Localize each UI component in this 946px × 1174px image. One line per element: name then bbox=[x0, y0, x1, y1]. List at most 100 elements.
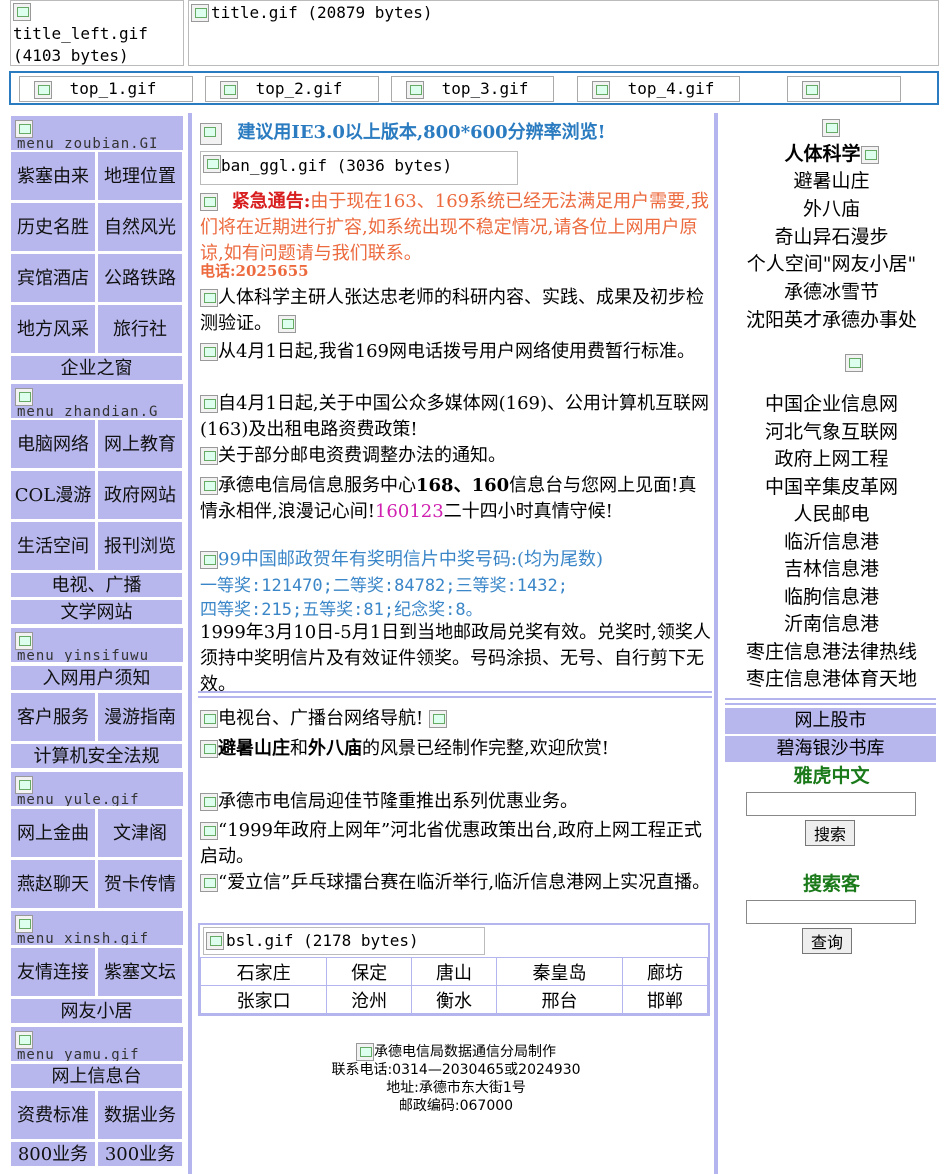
news-item[interactable]: “爱立信”乒乓球擂台赛在临沂举行,临沂信息港网上实况直播。 bbox=[200, 870, 712, 896]
menu-item[interactable]: 友情连接 bbox=[11, 948, 95, 996]
city-link[interactable]: 保定 bbox=[326, 957, 413, 986]
city-link[interactable]: 邢台 bbox=[495, 985, 624, 1014]
top-nav-item-3[interactable]: top_3.gif bbox=[391, 76, 554, 102]
news-item[interactable]: 人体科学主研人张达忠老师的科研内容、实践、成果及初步检测验证。 bbox=[200, 285, 712, 337]
broken-image-icon bbox=[200, 193, 218, 211]
right-link[interactable]: 沂南信息港 bbox=[725, 610, 938, 638]
menu-item[interactable]: 旅行社 bbox=[98, 305, 182, 353]
news-item[interactable]: 承德电信局信息服务中心168、160信息台与您网上见面!真情永相伴,浪漫记心间!… bbox=[200, 473, 712, 525]
right-link[interactable]: 避暑山庄 bbox=[725, 167, 938, 195]
right-link[interactable]: 临朐信息港 bbox=[725, 583, 938, 611]
city-link[interactable]: 石家庄 bbox=[199, 957, 328, 986]
right-bar-link[interactable]: 碧海银沙书库 bbox=[725, 736, 936, 762]
news-item[interactable]: “1999年政府上网年”河北省优惠政策出台,政府上网工程正式启动。 bbox=[200, 818, 712, 870]
menu-item[interactable]: 报刊浏览 bbox=[98, 522, 182, 570]
menu-item[interactable]: 文学网站 bbox=[11, 600, 182, 624]
table-row: 石家庄 保定 唐山 秦皇岛 廊坊 bbox=[199, 957, 708, 986]
menu-item[interactable]: 地理位置 bbox=[98, 152, 182, 200]
column-divider bbox=[188, 113, 192, 1174]
news-item[interactable]: 承德市电信局迎佳节隆重推出系列优惠业务。 bbox=[200, 789, 712, 815]
top-nav-label: top_2.gif bbox=[255, 79, 343, 98]
right-link[interactable]: 枣庄信息港体育天地 bbox=[725, 665, 938, 693]
top-nav-item-4[interactable]: top_4.gif bbox=[577, 76, 740, 102]
menu-item[interactable]: 入网用户须知 bbox=[11, 666, 182, 690]
menu-item[interactable]: 紫塞文坛 bbox=[98, 948, 182, 996]
menu-item[interactable]: 资费标准 bbox=[11, 1091, 95, 1139]
news-item[interactable]: 自4月1日起,关于中国公众多媒体网(169)、公用计算机互联网(163)及出租电… bbox=[200, 391, 712, 443]
right-link[interactable]: 承德冰雪节 bbox=[725, 278, 938, 306]
menu-item[interactable]: 文津阁 bbox=[98, 809, 182, 857]
yahoo-search-input[interactable] bbox=[746, 792, 916, 816]
urgent-label: 紧急通告: bbox=[231, 191, 311, 212]
city-link[interactable]: 廊坊 bbox=[622, 957, 708, 986]
news-highlight: 避暑山庄 bbox=[218, 738, 290, 759]
top-nav-item-1[interactable]: top_1.gif bbox=[19, 76, 193, 102]
right-link[interactable]: 河北气象互联网 bbox=[725, 418, 938, 446]
right-link[interactable]: 中国辛集皮革网 bbox=[725, 473, 938, 501]
title-image: title.gif (20879 bytes) bbox=[188, 0, 939, 66]
menu-item[interactable]: 计算机安全法规 bbox=[11, 744, 182, 768]
menu-item[interactable]: 漫游指南 bbox=[98, 693, 182, 741]
right-link[interactable]: 枣庄信息港法律热线 bbox=[725, 638, 938, 666]
menu-item[interactable]: 电视、广播 bbox=[11, 573, 182, 597]
menu-item[interactable]: 自然风光 bbox=[98, 203, 182, 251]
footer-phone: 联系电话:0314—2030465或2024930 bbox=[331, 1062, 581, 1078]
news-item[interactable]: 电视台、广播台网络导航! bbox=[200, 706, 712, 732]
yahoo-search-button[interactable]: 搜索 bbox=[805, 820, 856, 846]
city-link[interactable]: 唐山 bbox=[411, 957, 497, 986]
news-item[interactable]: 避暑山庄和外八庙的风景已经制作完整,欢迎欣赏! bbox=[200, 736, 712, 762]
menu-item[interactable]: 燕赵聊天 bbox=[11, 860, 95, 908]
top-nav-item-2[interactable]: top_2.gif bbox=[205, 76, 379, 102]
right-link[interactable]: 个人空间"网友小居" bbox=[725, 250, 938, 278]
news-item[interactable]: 关于部分邮电资费调整办法的通知。 bbox=[200, 443, 712, 469]
menu-item[interactable]: 生活空间 bbox=[11, 522, 95, 570]
news-item[interactable]: 从4月1日起,我省169网电话拨号用户网络使用费暂行标准。 bbox=[200, 339, 712, 365]
menu-item[interactable]: 历史名胜 bbox=[11, 203, 95, 251]
news-text: 自4月1日起,关于中国公众多媒体网(169)、公用计算机互联网(163)及出租电… bbox=[200, 393, 710, 440]
menu-item[interactable]: 宾馆酒店 bbox=[11, 254, 95, 302]
menu-item[interactable]: 800业务 bbox=[11, 1142, 95, 1166]
broken-image-icon bbox=[592, 80, 610, 99]
menu-item[interactable]: 紫塞由来 bbox=[11, 152, 95, 200]
broken-image-icon bbox=[406, 80, 424, 99]
menu-item[interactable]: COL漫游 bbox=[11, 471, 95, 519]
menu-banner: menu_yamu.gif bbox=[11, 1027, 183, 1061]
sohu-search-button[interactable]: 查询 bbox=[802, 928, 853, 954]
sohu-label: 搜索客 bbox=[802, 873, 860, 895]
city-link[interactable]: 衡水 bbox=[411, 985, 497, 1014]
city-link[interactable]: 邯郸 bbox=[622, 985, 708, 1014]
right-link[interactable]: 中国企业信息网 bbox=[725, 390, 938, 418]
menu-item[interactable]: 网上信息台 bbox=[11, 1064, 182, 1088]
footer-credit-text: 承德电信局数据通信分局制作 bbox=[374, 1044, 556, 1060]
menu-item[interactable]: 贺卡传情 bbox=[98, 860, 182, 908]
broken-image-icon bbox=[200, 395, 218, 413]
right-link[interactable]: 吉林信息港 bbox=[725, 555, 938, 583]
city-link[interactable]: 秦皇岛 bbox=[495, 957, 624, 986]
menu-item[interactable]: 公路铁路 bbox=[98, 254, 182, 302]
menu-item[interactable]: 300业务 bbox=[98, 1142, 182, 1166]
broken-image-icon bbox=[200, 740, 218, 758]
menu-item[interactable]: 数据业务 bbox=[98, 1091, 182, 1139]
right-link[interactable]: 人民邮电 bbox=[725, 500, 938, 528]
menu-item[interactable]: 电脑网络 bbox=[11, 420, 95, 468]
menu-item[interactable]: 企业之窗 bbox=[11, 356, 182, 380]
sohu-search-input[interactable] bbox=[746, 900, 916, 924]
broken-image-icon bbox=[200, 447, 218, 465]
right-bar-link[interactable]: 网上股市 bbox=[725, 708, 936, 734]
right-link[interactable]: 外八庙 bbox=[725, 195, 938, 223]
menu-item[interactable]: 网友小居 bbox=[11, 999, 182, 1023]
city-link[interactable]: 张家口 bbox=[199, 985, 328, 1014]
menu-item[interactable]: 政府网站 bbox=[98, 471, 182, 519]
menu-item[interactable]: 网上教育 bbox=[98, 420, 182, 468]
right-link[interactable]: 政府上网工程 bbox=[725, 445, 938, 473]
right-link[interactable]: 临沂信息港 bbox=[725, 528, 938, 556]
right-link[interactable]: 奇山异石漫步 bbox=[725, 223, 938, 251]
right-link[interactable]: 沈阳英才承德办事处 bbox=[725, 306, 938, 334]
city-table-header: bsl.gif (2178 bytes) bbox=[200, 925, 708, 957]
menu-item[interactable]: 地方风采 bbox=[11, 305, 95, 353]
menu-item[interactable]: 网上金曲 bbox=[11, 809, 95, 857]
browser-notice: 建议用IE3.0以上版本,800*600分辨率浏览! bbox=[200, 118, 712, 146]
menu-item[interactable]: 客户服务 bbox=[11, 693, 95, 741]
city-link[interactable]: 沧州 bbox=[326, 985, 413, 1014]
top-nav-item-5[interactable] bbox=[787, 76, 901, 102]
